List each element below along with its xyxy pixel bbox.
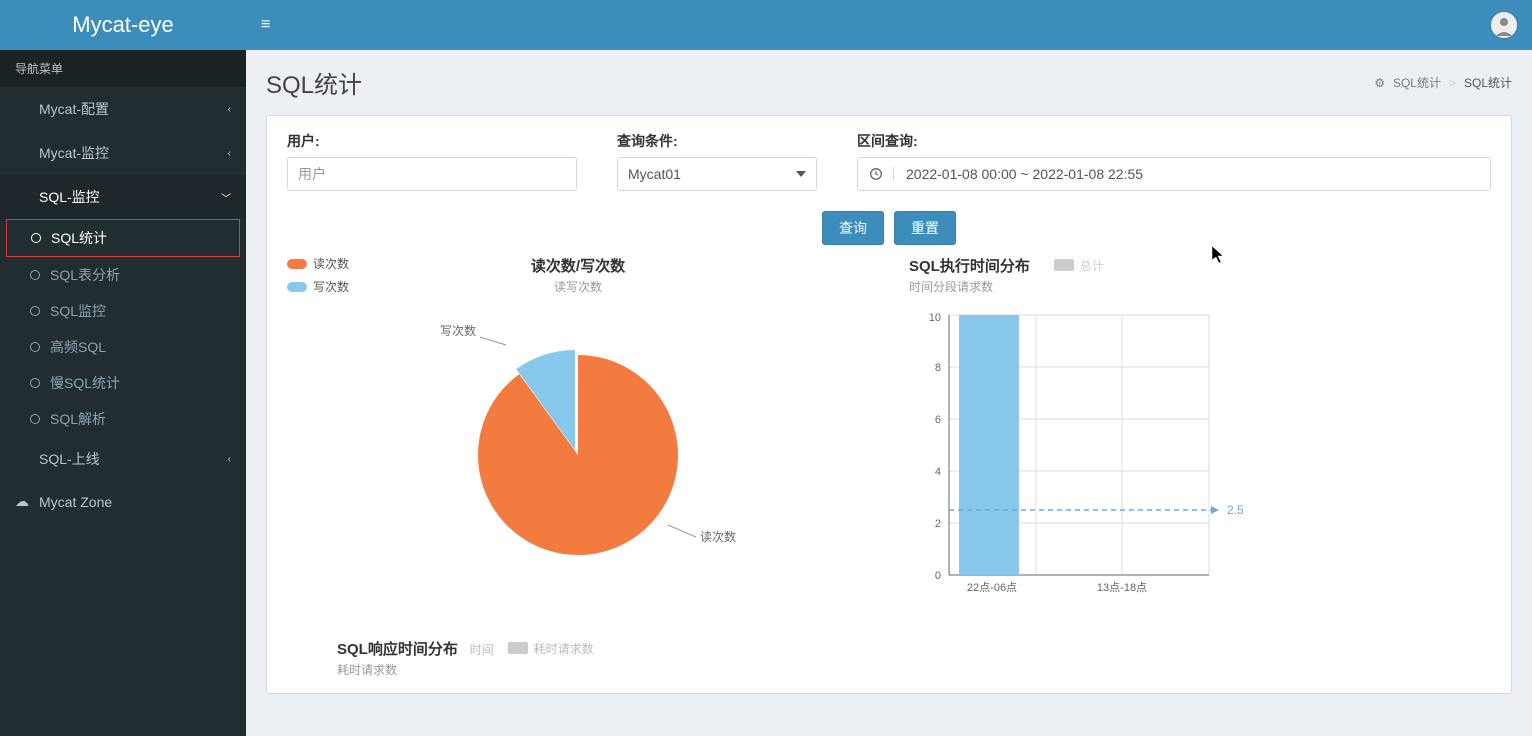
chevron-left-icon: ‹ [228, 148, 231, 159]
bar-chart-svg: 2.5 0 2 4 6 8 10 22点-06点 [909, 305, 1249, 605]
bar-legend[interactable]: 总计 [1054, 257, 1104, 274]
dashboard-icon: ⚙ [1374, 76, 1385, 90]
sidebar-subitem-label: SQL监控 [50, 301, 106, 321]
sidebar-item-sql-monitor[interactable]: SQL-监控 ﹀ [0, 175, 246, 219]
legend-dot-icon [508, 642, 528, 654]
filter-range-label: 区间查询: [857, 131, 1491, 151]
breadcrumb: ⚙ SQL统计 > SQL统计 [1374, 74, 1512, 91]
svg-text:4: 4 [935, 466, 941, 478]
sidebar-subitem-label: 慢SQL统计 [50, 373, 120, 393]
svg-text:2.5: 2.5 [1227, 503, 1244, 517]
pie-chart: 读次数 写次数 读次数/写次数 读写次数 [287, 255, 869, 608]
grid-icon [15, 104, 29, 114]
chart3-subtitle: 耗时请求数 [337, 661, 1491, 678]
circle-icon [30, 378, 40, 388]
app-logo[interactable]: Mycat-eye [0, 0, 246, 50]
pie-subtitle: 读写次数 [287, 278, 869, 295]
response-time-chart-header: SQL响应时间分布 时间 耗时请求数 耗时请求数 [287, 638, 1491, 678]
sidebar-subitem-label: SQL表分析 [50, 265, 120, 285]
query-button[interactable]: 查询 [822, 211, 884, 245]
sidebar-subitem-high-freq[interactable]: 高频SQL [0, 329, 246, 365]
sidebar-item-mycat-zone[interactable]: Mycat Zone [0, 481, 246, 522]
pie-title: 读次数/写次数 [287, 255, 869, 276]
circle-icon [31, 233, 41, 243]
sidebar-item-label: SQL-监控 [39, 187, 100, 207]
sidebar-subitem-label: SQL解析 [50, 409, 106, 429]
bar-title: SQL执行时间分布 [909, 255, 1030, 276]
filter-user-label: 用户: [287, 131, 577, 151]
filter-row: 用户: 查询条件: Mycat01 区间查询: [287, 131, 1491, 191]
svg-text:8: 8 [935, 362, 941, 374]
chevron-left-icon: ‹ [228, 454, 231, 465]
pie-legend-write[interactable]: 写次数 [287, 278, 349, 295]
user-input[interactable] [287, 157, 577, 191]
circle-icon [30, 306, 40, 316]
date-range-input[interactable] [894, 158, 1490, 190]
circle-icon [30, 342, 40, 352]
page-header: SQL统计 ⚙ SQL统计 > SQL统计 [246, 50, 1532, 115]
sidebar-item-label: Mycat-监控 [39, 143, 109, 163]
legend-dot-icon [1054, 259, 1074, 271]
cloud-icon [15, 493, 39, 510]
avatar[interactable] [1491, 12, 1517, 38]
bar-subtitle: 时间分段请求数 [909, 278, 1491, 295]
pie-legend-read[interactable]: 读次数 [287, 255, 349, 272]
sidebar-item-mycat-monitor[interactable]: Mycat-监控 ‹ [0, 131, 246, 175]
svg-text:6: 6 [935, 414, 941, 426]
filter-range: 区间查询: [857, 131, 1491, 191]
filter-condition: 查询条件: Mycat01 [617, 131, 817, 191]
svg-text:2: 2 [935, 518, 941, 530]
sidebar-item-label: Mycat Zone [39, 494, 112, 510]
sidebar-subitem-sql-mon[interactable]: SQL监控 [0, 293, 246, 329]
legend-dot-icon [287, 259, 307, 269]
date-range-input-wrap[interactable] [857, 157, 1491, 191]
sidebar-subitem-sql-stats[interactable]: SQL统计 [6, 219, 240, 257]
pie-chart-svg: 写次数 读次数 [408, 315, 748, 595]
button-row: 查询 重置 [287, 211, 1491, 245]
sidebar-subitem-label: 高频SQL [50, 337, 106, 357]
grid-icon [15, 454, 29, 464]
condition-select[interactable]: Mycat01 [617, 157, 817, 191]
circle-icon [30, 270, 40, 280]
sidebar: Mycat-eye 导航菜单 Mycat-配置 ‹ Mycat-监控 ‹ SQL… [0, 0, 246, 736]
svg-text:读次数: 读次数 [700, 529, 736, 544]
reset-button[interactable]: 重置 [894, 211, 956, 245]
sidebar-item-sql-online[interactable]: SQL-上线 ‹ [0, 437, 246, 481]
clock-icon [858, 167, 894, 181]
svg-text:0: 0 [935, 570, 941, 582]
sidebar-subitem-sql-parse[interactable]: SQL解析 [0, 401, 246, 437]
breadcrumb-item[interactable]: SQL统计 [1393, 74, 1441, 91]
sidebar-item-label: Mycat-配置 [39, 99, 109, 119]
svg-text:13点-18点: 13点-18点 [1097, 581, 1147, 594]
svg-text:写次数: 写次数 [440, 323, 476, 338]
sidebar-subitem-sql-table[interactable]: SQL表分析 [0, 257, 246, 293]
circle-icon [30, 414, 40, 424]
sidebar-item-mycat-config[interactable]: Mycat-配置 ‹ [0, 87, 246, 131]
grid-icon [15, 192, 29, 202]
hamburger-icon[interactable]: ≡ [261, 16, 270, 34]
grid-icon [15, 148, 29, 158]
filter-condition-label: 查询条件: [617, 131, 817, 151]
breadcrumb-item-active: SQL统计 [1464, 74, 1512, 91]
svg-text:22点-06点: 22点-06点 [967, 581, 1017, 594]
filter-user: 用户: [287, 131, 577, 191]
chart3-legend1: 时间 [470, 643, 494, 657]
chart3-legend2[interactable]: 耗时请求数 [508, 640, 594, 657]
page-title: SQL统计 [266, 65, 362, 100]
sidebar-item-label: SQL-上线 [39, 449, 100, 469]
breadcrumb-separator: > [1449, 76, 1456, 90]
content-card: 用户: 查询条件: Mycat01 区间查询: [266, 115, 1512, 694]
bar-chart: SQL执行时间分布 总计 时间分段请求数 [909, 255, 1491, 608]
chevron-left-icon: ‹ [228, 104, 231, 115]
legend-dot-icon [287, 282, 307, 292]
nav-header: 导航菜单 [0, 50, 246, 87]
sidebar-subitem-slow-sql[interactable]: 慢SQL统计 [0, 365, 246, 401]
chart3-title: SQL响应时间分布 [337, 638, 458, 659]
chevron-down-icon: ﹀ [221, 190, 231, 205]
sidebar-subitem-label: SQL统计 [51, 228, 107, 248]
pie-legend: 读次数 写次数 [287, 255, 349, 301]
svg-text:10: 10 [929, 312, 941, 324]
top-bar: ≡ [246, 0, 1532, 50]
